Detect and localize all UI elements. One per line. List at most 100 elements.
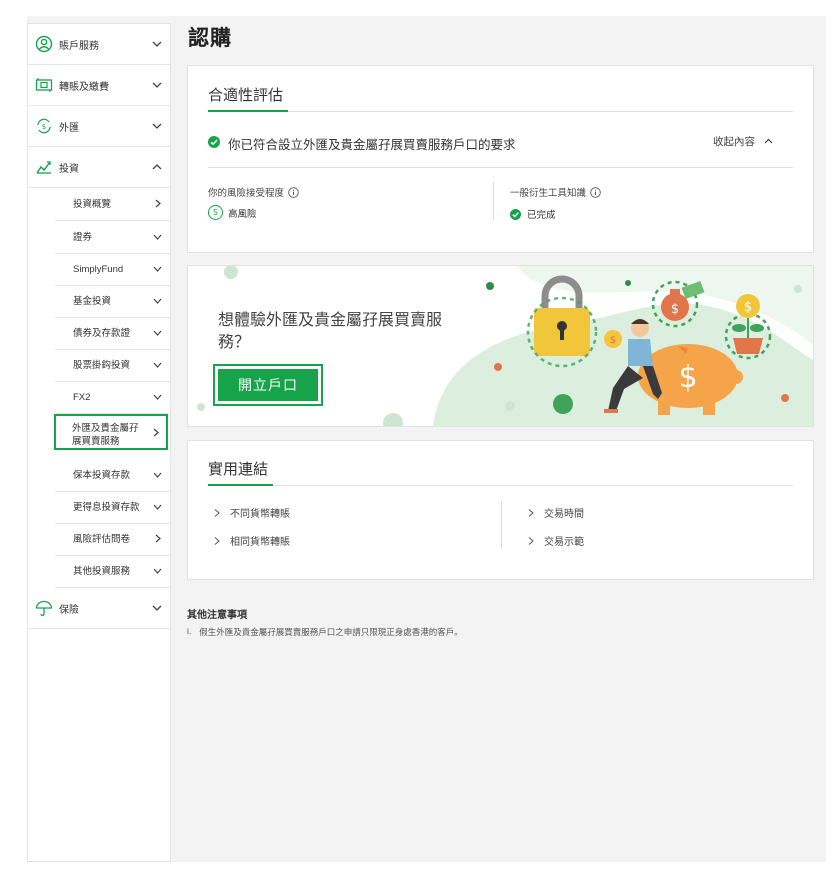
sidebar-item-label: 賬戶服務 [59,40,99,52]
chevron-right-icon [155,199,161,208]
risk-level: 5 高風險 [208,205,257,220]
heading-underline [208,110,288,112]
chevron-down-icon [153,266,162,272]
sidebar-subitem-capital-protected[interactable]: 保本投資存款 [55,459,170,492]
chevron-right-icon [214,536,220,545]
info-icon[interactable] [288,186,299,198]
sidebar-subitem-label: 債券及存款證 [73,327,131,339]
chevron-down-icon [153,362,162,368]
sidebar-item-transfer-payment[interactable]: 轉賬及繳費 [28,65,170,106]
link-trading-hours[interactable]: 交易時間 [526,505,584,520]
chevron-down-icon [153,330,162,336]
chevron-down-icon [153,298,162,304]
svg-text:$: $ [744,300,752,315]
sidebar-subitem-fx-margin[interactable]: 外匯及貴金屬孖展買賣服務 [54,414,168,450]
chevron-down-icon [153,568,162,574]
notes-item: i. 假生外匯及貴金屬孖展買賣服務戶口之申請只限現正身處香港的客戶。 [187,626,463,638]
svg-text:$: $ [671,302,679,317]
chevron-down-icon [152,605,162,611]
user-circle-icon [35,35,53,53]
sidebar-subitem-fx2[interactable]: FX2 [55,381,170,414]
chevron-down-icon [153,472,162,478]
risk-label-text: 你的風險接受程度 [208,188,285,199]
divider [208,111,793,112]
svg-text:$: $ [42,123,46,131]
page-title: 認購 [188,27,232,50]
sidebar-subitem-simplyfund[interactable]: SimplyFund [55,253,170,286]
derivative-label-text: 一般衍生工具知識 [510,188,587,199]
sidebar-subitem-label: 風險評估問卷 [73,533,131,545]
sidebar-item-account-services[interactable]: 賬戶服務 [28,24,170,65]
link-label: 不同貨幣轉賬 [230,509,290,520]
sidebar-subitem-label: 股票掛鈎投資 [73,359,131,371]
sidebar-item-label: 保險 [59,604,79,616]
sidebar-subitem-securities[interactable]: 證券 [55,221,170,254]
sidebar-subitem-premium-deposit[interactable]: 更得息投資存款 [55,491,170,524]
heading-underline [208,484,273,486]
sidebar-subitem-label: FX2 [73,391,91,403]
link-trading-demo[interactable]: 交易示範 [526,533,584,548]
sidebar-item-label: 轉賬及繳費 [59,81,109,93]
divider [501,501,502,549]
transfer-icon [35,78,53,92]
sidebar-item-insurance[interactable]: 保險 [28,588,170,629]
svg-text:$: $ [610,335,616,346]
chevron-down-icon [153,504,162,510]
sidebar-subitem-equity-linked[interactable]: 股票掛鈎投資 [55,349,170,382]
sidebar-subitem-label: 其他投資服務 [73,565,131,577]
umbrella-icon [35,600,53,617]
notes-heading: 其他注意事項 [187,610,247,621]
promo-banner: $ $ $ $ 想體驗外匯及貴金屬孖展買賣服 務？ 開立戶口 [187,265,814,427]
link-label: 相同貨幣轉賬 [230,537,290,548]
check-circle-icon [208,136,220,148]
promo-headline: 想體驗外匯及貴金屬孖展買賣服 務？ [218,310,442,354]
sidebar-subitem-other-investment[interactable]: 其他投資服務 [55,555,170,588]
sidebar-subitem-label: 更得息投資存款 [73,501,140,513]
sidebar-subitem-bonds[interactable]: 債券及存款證 [55,317,170,350]
sidebar-subitem-label: SimplyFund [73,263,124,275]
risk-tolerance-label: 你的風險接受程度 [208,185,299,199]
divider [493,182,494,220]
useful-links-card: 實用連結 不同貨幣轉賬 相同貨幣轉賬 交易時間 交易示範 [187,440,814,580]
sidebar-subitem-label: 證券 [73,231,93,243]
link-same-currency-transfer[interactable]: 相同貨幣轉賬 [212,533,290,548]
chevron-right-icon [214,508,220,517]
collapse-label: 收起內容 [713,136,755,148]
derivative-status: 已完成 [510,207,556,221]
link-different-currency-transfer[interactable]: 不同貨幣轉賬 [212,505,290,520]
sidebar-subitem-label: 外匯及貴金屬孖展買賣服務 [72,423,139,447]
sidebar-subitem-label: 投資概覽 [73,198,112,210]
divider [208,167,793,168]
sidebar-item-label: 外匯 [59,122,79,134]
suitability-heading: 合適性評估 [208,87,284,104]
sidebar-subitem-label: 基金投資 [73,295,112,307]
open-account-button[interactable]: 開立戶口 [213,364,323,406]
sidebar: 賬戶服務 轉賬及繳費 $ 外匯 投資 投資概覽 證券 SimplyFund 基金… [27,23,171,862]
chevron-right-icon [155,534,161,543]
chevron-down-icon [153,394,162,400]
check-circle-icon [510,208,521,220]
chevron-down-icon [152,82,162,88]
sidebar-subitem-investment-overview[interactable]: 投資概覽 [55,188,170,221]
derivative-knowledge-label: 一般衍生工具知識 [510,185,601,199]
eligibility-status: 你已符合設立外匯及貴金屬孖展買賣服務戶口的要求 [228,138,516,152]
notes-item-text: 假生外匯及貴金屬孖展買賣服務戶口之申請只限現正身處香港的客戶。 [199,627,463,637]
sidebar-subitem-funds[interactable]: 基金投資 [55,285,170,318]
useful-links-heading: 實用連結 [208,461,269,478]
chevron-down-icon [152,41,162,47]
risk-level-text: 高風險 [228,208,257,220]
sidebar-subitem-risk-questionnaire[interactable]: 風險評估問卷 [55,523,170,556]
chevron-down-icon [152,123,162,129]
chevron-right-icon [153,428,159,437]
promo-headline-line1: 想體驗外匯及貴金屬孖展買賣服 [218,312,443,329]
fx-exchange-icon: $ [37,118,51,134]
sidebar-item-investment[interactable]: 投資 [28,147,170,188]
chevron-up-icon [152,164,162,170]
chevron-right-icon [528,508,534,517]
info-icon[interactable] [590,186,601,198]
derivative-status-text: 已完成 [527,210,556,221]
sidebar-item-fx[interactable]: $ 外匯 [28,106,170,147]
risk-level-badge: 5 [208,205,223,220]
collapse-toggle[interactable]: 收起內容 [713,134,774,149]
promo-headline-line2: 務？ [218,334,251,351]
